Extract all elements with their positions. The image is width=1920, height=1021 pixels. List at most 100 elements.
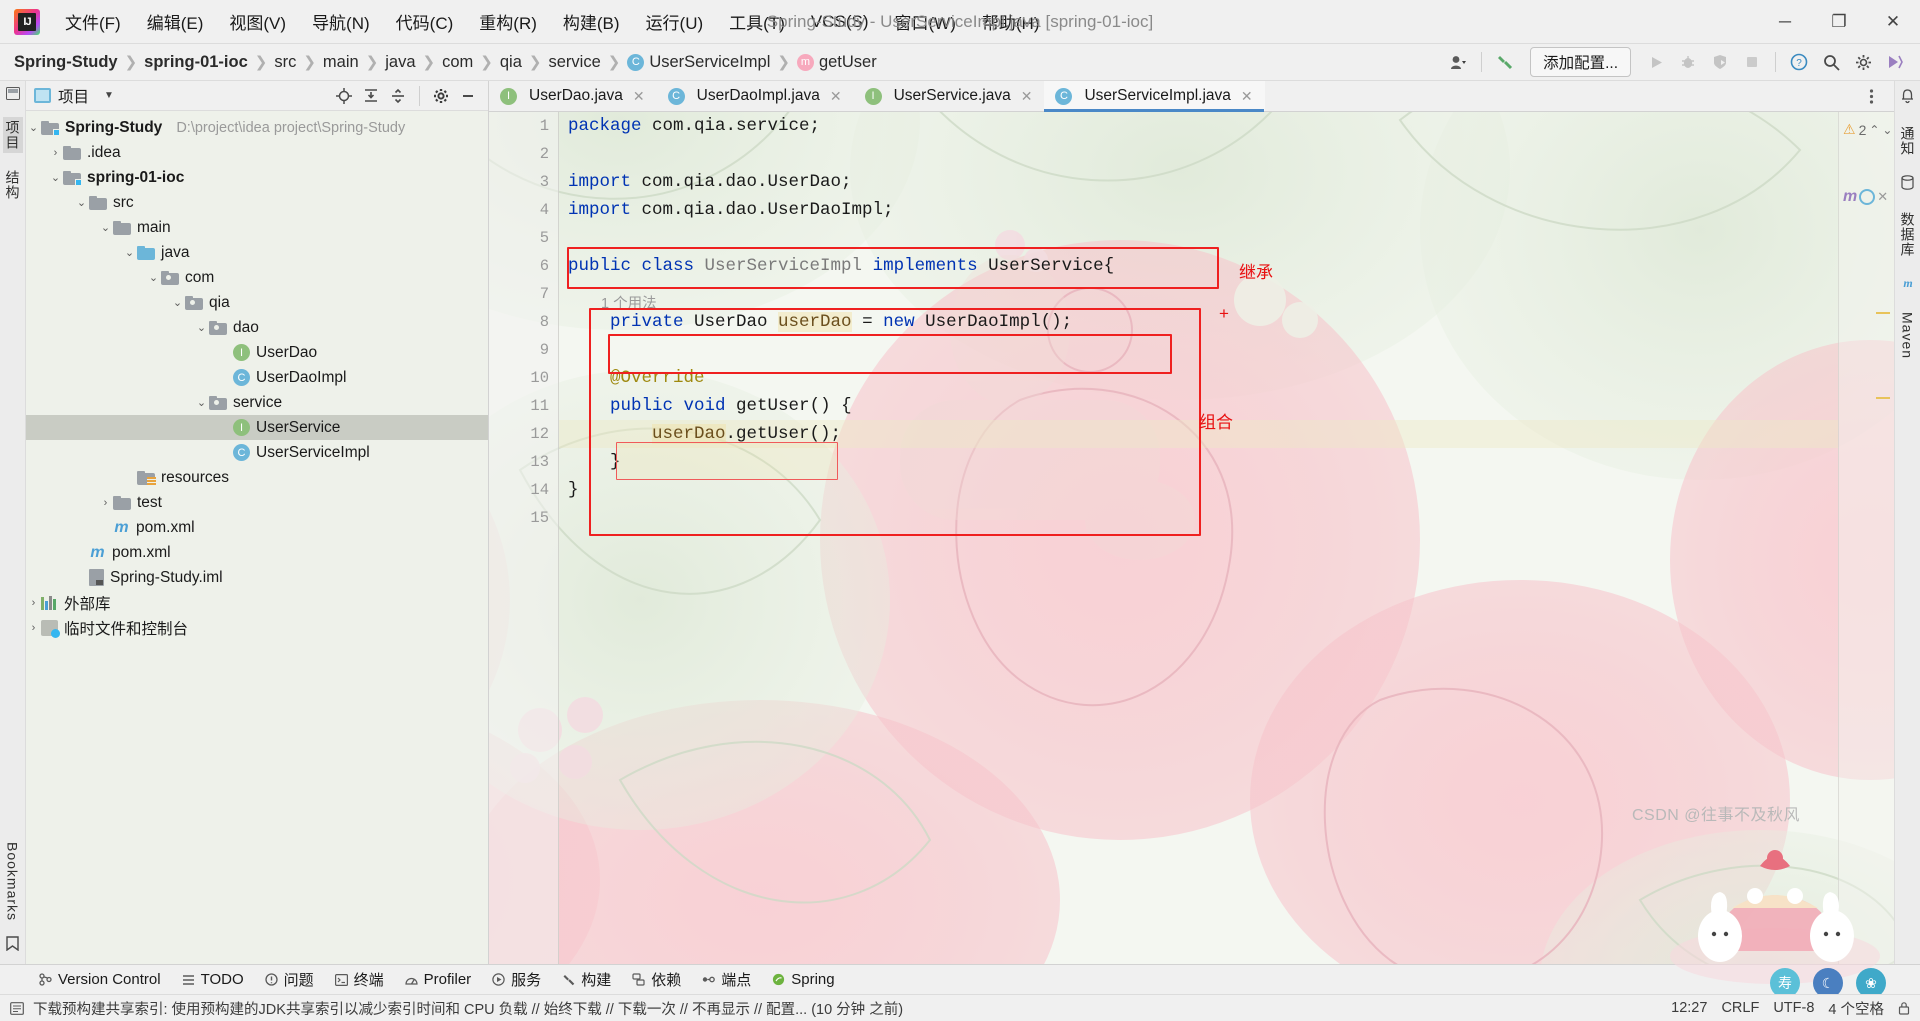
project-panel-icon[interactable] xyxy=(5,87,20,103)
code-line[interactable] xyxy=(559,224,1838,252)
menu-tools[interactable]: 工具(T) xyxy=(716,5,798,38)
breadcrumb-qia[interactable]: qia xyxy=(500,53,522,72)
code-line[interactable]: package com.qia.service; xyxy=(559,112,1838,140)
project-panel-title-group[interactable]: 项目 ▼ xyxy=(34,85,114,107)
gear-icon[interactable] xyxy=(429,84,453,108)
toolwindow-problems[interactable]: 问题 xyxy=(256,966,323,993)
breadcrumb-spring-01-ioc[interactable]: spring-01-ioc xyxy=(144,53,248,72)
gear-icon[interactable] xyxy=(1848,48,1878,76)
maven-tool-icon[interactable]: m xyxy=(1901,276,1915,293)
breadcrumb-spring-study[interactable]: Spring-Study xyxy=(14,53,118,72)
next-problem-icon[interactable]: ⌄ xyxy=(1882,123,1892,137)
tree-node-userdaoimpl[interactable]: C UserDaoImpl xyxy=(26,365,488,390)
twisty-icon[interactable]: › xyxy=(26,622,41,634)
breadcrumb-getuser[interactable]: m getUser xyxy=(796,53,877,72)
menu-refactor[interactable]: 重构(R) xyxy=(466,5,550,38)
sidebar-item-notifications[interactable]: 通知 xyxy=(1898,123,1918,159)
collapse-all-icon[interactable] xyxy=(386,84,410,108)
editor-analysis-strip[interactable]: ⚠ 2 ⌃ ⌄ m ✕ xyxy=(1838,112,1894,964)
twisty-icon[interactable]: › xyxy=(98,497,113,509)
sidebar-item-database[interactable]: 数据库 xyxy=(1898,209,1918,260)
code-line[interactable]: import com.qia.dao.UserDao; xyxy=(559,168,1838,196)
twisty-icon[interactable]: ⌄ xyxy=(74,196,89,209)
menu-window[interactable]: 窗口(W) xyxy=(882,5,969,38)
refresh-icon[interactable] xyxy=(1859,189,1876,205)
warning-marker[interactable] xyxy=(1876,397,1890,399)
minimize-button[interactable]: ─ xyxy=(1758,0,1812,44)
status-encoding[interactable]: UTF-8 xyxy=(1773,1000,1814,1016)
code-line[interactable]: } xyxy=(559,448,1838,476)
sidebar-item-project[interactable]: 项目 xyxy=(2,117,23,153)
tree-node-pom-inner[interactable]: m pom.xml xyxy=(26,515,488,540)
twisty-icon[interactable]: ⌄ xyxy=(122,246,137,259)
debug-icon[interactable] xyxy=(1673,48,1703,76)
menu-run[interactable]: 运行(U) xyxy=(633,5,717,38)
user-icon[interactable] xyxy=(1443,48,1473,76)
twisty-icon[interactable]: ⌄ xyxy=(194,396,209,409)
menu-vcs[interactable]: VCS(S) xyxy=(798,8,882,36)
database-icon[interactable] xyxy=(1901,175,1914,193)
close-icon[interactable]: ✕ xyxy=(633,88,645,105)
breadcrumb-userserviceimpl[interactable]: C UserServiceImpl xyxy=(627,53,770,72)
ai-icon[interactable] xyxy=(1880,48,1910,76)
editor-gutter[interactable]: 1 2 3 4 5 6 7 8 9 10 11 12 13 14 15 xyxy=(489,112,559,964)
breadcrumb-java[interactable]: java xyxy=(385,53,415,72)
inspection-widget[interactable]: m ✕ xyxy=(1843,182,1889,212)
toolwindow-build[interactable]: 构建 xyxy=(553,966,620,993)
tree-node-scratches-consoles[interactable]: › 临时文件和控制台 xyxy=(26,615,488,640)
close-button[interactable]: ✕ xyxy=(1866,0,1920,44)
toolwindow-services[interactable]: 服务 xyxy=(483,966,550,993)
code-line[interactable] xyxy=(559,504,1838,532)
tree-node-iml[interactable]: Spring-Study.iml xyxy=(26,565,488,590)
tree-node-external-libraries[interactable]: › 外部库 xyxy=(26,590,488,615)
close-icon[interactable]: ✕ xyxy=(830,88,842,105)
bookmark-icon[interactable] xyxy=(6,936,19,954)
expand-all-icon[interactable] xyxy=(359,84,383,108)
code-line[interactable] xyxy=(559,140,1838,168)
tree-node-test[interactable]: › test xyxy=(26,490,488,515)
toolwindow-version-control[interactable]: Version Control xyxy=(30,968,170,991)
usage-hint[interactable]: 1 个用法 xyxy=(601,292,657,313)
tree-node-main[interactable]: ⌄ main xyxy=(26,215,488,240)
help-icon[interactable]: ? xyxy=(1784,48,1814,76)
project-tree[interactable]: ⌄ Spring-Study D:\project\idea project\S… xyxy=(26,111,488,964)
code-line[interactable]: import com.qia.dao.UserDaoImpl; xyxy=(559,196,1838,224)
tree-node-userserviceimpl[interactable]: C UserServiceImpl xyxy=(26,440,488,465)
code-canvas[interactable]: package com.qia.service; import com.qia.… xyxy=(559,112,1838,964)
breadcrumb-main[interactable]: main xyxy=(323,53,359,72)
editor-tab-userserviceimpl[interactable]: C UserServiceImpl.java ✕ xyxy=(1044,81,1265,112)
menu-build[interactable]: 构建(B) xyxy=(550,5,633,38)
twisty-icon[interactable]: › xyxy=(26,597,41,609)
run-icon[interactable] xyxy=(1641,48,1671,76)
tree-node-service[interactable]: ⌄ service xyxy=(26,390,488,415)
lock-icon[interactable] xyxy=(1898,1001,1910,1015)
code-line[interactable]: public class UserServiceImpl implements … xyxy=(559,252,1838,280)
twisty-icon[interactable]: ⌄ xyxy=(48,171,63,184)
chevron-down-icon[interactable]: ▼ xyxy=(104,90,114,101)
status-message[interactable]: 下载预构建共享索引: 使用预构建的JDK共享索引以减少索引时间和 CPU 负载 … xyxy=(33,998,903,1019)
twisty-icon[interactable]: ⌄ xyxy=(194,321,209,334)
toolwindow-dependencies[interactable]: 依赖 xyxy=(623,966,690,993)
code-line[interactable] xyxy=(559,280,1838,308)
tree-node-idea[interactable]: › .idea xyxy=(26,140,488,165)
twisty-icon[interactable]: ⌄ xyxy=(98,221,113,234)
tree-node-spring-study[interactable]: ⌄ Spring-Study D:\project\idea project\S… xyxy=(26,115,488,140)
twisty-icon[interactable]: ⌄ xyxy=(146,271,161,284)
editor-tab-userdao[interactable]: I UserDao.java ✕ xyxy=(489,81,657,111)
code-line[interactable]: @Override xyxy=(559,364,1838,392)
maximize-restore-button[interactable]: ❐ xyxy=(1812,0,1866,44)
editor-tab-userservice[interactable]: I UserService.java ✕ xyxy=(854,81,1045,111)
menu-file[interactable]: 文件(F) xyxy=(52,5,134,38)
sidebar-item-structure[interactable]: 结构 xyxy=(3,167,23,203)
menu-code[interactable]: 代码(C) xyxy=(383,5,467,38)
hammer-icon[interactable] xyxy=(1490,48,1520,76)
inspection-summary[interactable]: ⚠ 2 ⌃ ⌄ xyxy=(1839,112,1894,138)
menu-edit[interactable]: 编辑(E) xyxy=(134,5,217,38)
status-indent[interactable]: 4 个空格 xyxy=(1828,998,1884,1019)
coverage-icon[interactable] xyxy=(1705,48,1735,76)
event-log-icon[interactable] xyxy=(10,1001,24,1015)
breadcrumb-service[interactable]: service xyxy=(548,53,600,72)
code-line[interactable]: 1 个用法 private UserDao userDao = new User… xyxy=(559,296,1838,336)
sidebar-item-maven[interactable]: Maven xyxy=(1900,309,1916,362)
toolwindow-endpoints[interactable]: 端点 xyxy=(693,966,760,993)
